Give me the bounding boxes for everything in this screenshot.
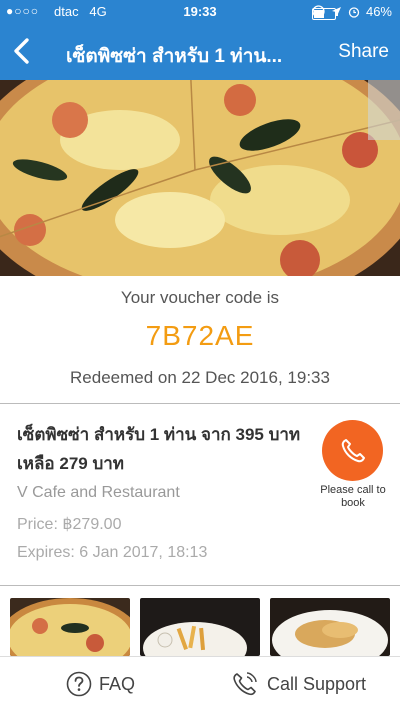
voucher-code: 7B72AE: [145, 320, 255, 351]
battery-percent: 46%: [365, 4, 392, 19]
back-button[interactable]: [8, 34, 38, 68]
pizza-photo: [0, 80, 400, 276]
deal-title: เซ็ตพิซซ่า สำหรับ 1 ท่าน จาก 395 บาท เหล…: [17, 425, 301, 473]
question-circle-icon: [66, 671, 92, 697]
faq-label: FAQ: [99, 673, 136, 694]
call-to-book-label: Please call to book: [320, 484, 386, 509]
call-support-label: Call Support: [267, 673, 367, 694]
battery-fill: [313, 10, 325, 18]
divider: [0, 403, 400, 404]
deal-hero-image: [0, 80, 400, 276]
deal-price: Price: ฿279.00: [17, 516, 122, 533]
gallery-thumbnail-pizza[interactable]: [10, 598, 130, 656]
voucher-label: Your voucher code is: [120, 288, 280, 307]
call-support-button[interactable]: Call Support: [230, 657, 366, 711]
status-right: 46%: [311, 4, 392, 20]
status-bar: ●○○○ dtac 4G 19:33 46%: [0, 0, 400, 24]
gallery-thumbnail-fried-dish[interactable]: [270, 598, 390, 656]
alarm-icon: [348, 6, 360, 18]
phone-support-icon: [233, 672, 257, 696]
gallery-thumbnail-fries[interactable]: [140, 598, 260, 656]
venue-name: V Cafe and Restaurant: [17, 484, 180, 501]
page-title: เซ็ตพิซซ่า สำหรับ 1 ท่าน...: [66, 46, 283, 67]
redeemed-date: Redeemed on 22 Dec 2016, 19:33: [70, 368, 330, 387]
deal-expiry: Expires: 6 Jan 2017, 18:13: [17, 544, 208, 561]
phone-icon: [341, 438, 365, 462]
chevron-left-icon: [14, 38, 29, 64]
navigation-bar: เซ็ตพิซซ่า สำหรับ 1 ท่าน... Share: [0, 24, 400, 80]
battery-icon: [311, 8, 338, 20]
footer-bar: FAQ Call Support: [0, 656, 400, 711]
divider: [0, 585, 400, 586]
faq-button[interactable]: FAQ: [66, 657, 135, 711]
call-button[interactable]: [322, 420, 383, 481]
share-button[interactable]: Share: [338, 41, 389, 63]
